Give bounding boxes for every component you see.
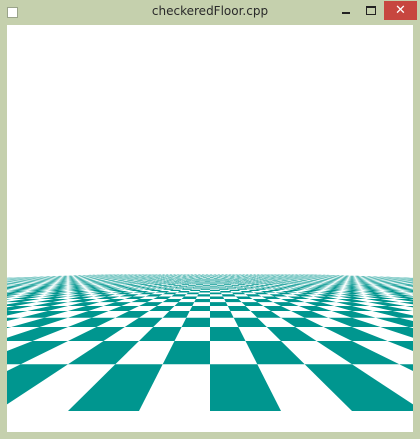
floor-tile bbox=[210, 287, 219, 289]
floor-tile bbox=[203, 283, 210, 285]
minimize-button[interactable] bbox=[333, 1, 359, 20]
checkered-floor bbox=[7, 271, 413, 432]
floor-tile bbox=[202, 285, 210, 286]
floor-tile bbox=[191, 282, 199, 284]
floor-tile bbox=[199, 291, 210, 293]
floor-tile bbox=[215, 282, 223, 284]
floor-tile bbox=[210, 302, 228, 306]
floor-tile bbox=[194, 285, 203, 287]
floor-tile bbox=[192, 287, 202, 289]
floor-tile bbox=[194, 299, 210, 303]
floor-tile bbox=[218, 288, 229, 290]
minimize-icon bbox=[342, 12, 350, 14]
floor-tile bbox=[217, 286, 227, 288]
floor-tile bbox=[181, 296, 198, 299]
maximize-button[interactable] bbox=[359, 1, 383, 20]
floor-tile bbox=[189, 289, 201, 291]
floor-tile bbox=[200, 288, 210, 290]
floor-tile bbox=[210, 296, 225, 299]
floor-tile bbox=[210, 285, 218, 287]
floor-tile bbox=[186, 292, 200, 295]
floor-tile bbox=[217, 285, 225, 286]
floor-tile bbox=[181, 288, 193, 290]
floor-tile bbox=[197, 283, 204, 284]
maximize-icon bbox=[366, 6, 376, 15]
floor-tile bbox=[198, 282, 205, 283]
floor-tile bbox=[189, 283, 198, 285]
floor-tile bbox=[222, 283, 230, 284]
floor-tile bbox=[181, 284, 190, 285]
app-window: checkeredFloor.cpp ✕ bbox=[0, 0, 420, 439]
floor-tile bbox=[186, 282, 193, 283]
floor-tile bbox=[210, 289, 221, 291]
floor-tile bbox=[224, 285, 234, 287]
floor-tile bbox=[210, 284, 218, 285]
floor-tile bbox=[221, 282, 228, 283]
floor-tile bbox=[229, 283, 237, 285]
floor-tile bbox=[223, 284, 232, 285]
floor-tile bbox=[210, 292, 222, 295]
floor-tile bbox=[210, 283, 217, 284]
floor-tile bbox=[189, 306, 210, 311]
floor-tile bbox=[228, 289, 241, 291]
floor-tile bbox=[227, 282, 235, 284]
floor-tile bbox=[216, 283, 224, 285]
floor-tile bbox=[221, 294, 236, 297]
floor-tile bbox=[210, 282, 216, 283]
floor-tile bbox=[210, 311, 234, 318]
render-canvas[interactable] bbox=[7, 25, 413, 432]
close-button[interactable]: ✕ bbox=[384, 1, 417, 20]
floor-tile bbox=[187, 285, 196, 286]
floor-tile bbox=[184, 286, 195, 288]
floor-tile bbox=[203, 282, 210, 284]
floor-tile bbox=[184, 283, 192, 284]
floor-tile bbox=[231, 285, 240, 286]
floor-tile bbox=[226, 287, 237, 289]
floor-tile bbox=[232, 282, 240, 283]
floor-tile bbox=[220, 291, 232, 293]
title-bar[interactable]: checkeredFloor.cpp ✕ bbox=[0, 0, 420, 25]
floor-tile bbox=[197, 294, 210, 297]
floor-tile bbox=[195, 284, 204, 285]
floor-tile bbox=[201, 286, 210, 288]
floor-tile bbox=[181, 317, 210, 327]
